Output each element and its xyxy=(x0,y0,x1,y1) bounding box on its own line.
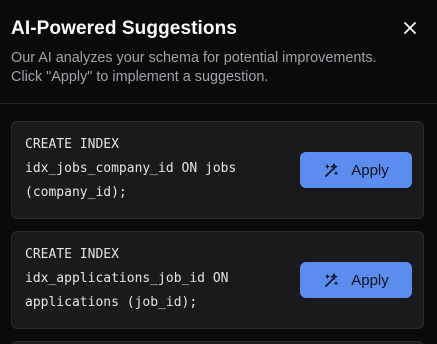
ai-suggestions-dialog: AI-Powered Suggestions Our AI analyzes y… xyxy=(0,0,437,344)
suggestion-card: CREATE INDEX idx_jobs_company_id ON jobs… xyxy=(11,121,424,219)
apply-button[interactable]: Apply xyxy=(300,262,412,298)
suggestion-card: CREATE INDEX idx_applications_job_id ON … xyxy=(11,231,424,329)
close-icon xyxy=(404,21,416,39)
dialog-description: Our AI analyzes your schema for potentia… xyxy=(11,50,377,85)
dialog-title: AI-Powered Suggestions xyxy=(11,18,238,39)
sparkle-wand-icon xyxy=(323,162,339,178)
apply-button-label: Apply xyxy=(351,161,389,179)
suggestion-code: CREATE INDEX idx_jobs_company_id ON jobs… xyxy=(25,137,237,200)
suggestion-code: CREATE INDEX idx_applications_job_id ON … xyxy=(25,247,229,310)
apply-button[interactable]: Apply xyxy=(300,152,412,188)
close-button[interactable] xyxy=(400,20,420,40)
apply-button-label: Apply xyxy=(351,271,389,289)
sparkle-wand-icon xyxy=(323,272,339,288)
dialog-header: AI-Powered Suggestions Our AI analyzes y… xyxy=(0,0,437,104)
